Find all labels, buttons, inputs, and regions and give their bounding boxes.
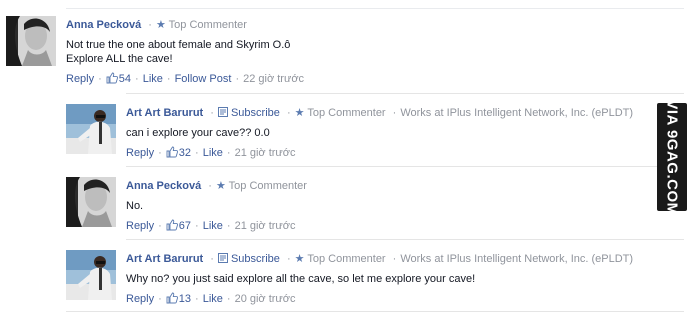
comment-text: No.: [126, 200, 144, 212]
comment-body: Anna Pecková · ★ Top Commenter Not true t…: [66, 19, 305, 85]
avatar[interactable]: [6, 16, 56, 66]
divider: [126, 239, 684, 240]
like-count[interactable]: 13: [179, 293, 191, 305]
star-icon: ★: [294, 253, 305, 265]
star-icon: ★: [294, 107, 305, 119]
divider: [126, 166, 684, 167]
comment-body: Anna Pecková · ★ Top Commenter No. Reply ·…: [126, 180, 307, 232]
avatar-photo-icon: [6, 16, 56, 66]
top-commenter-badge: Top Commenter: [228, 180, 307, 192]
reply-link[interactable]: Reply: [126, 147, 154, 159]
reply-link[interactable]: Reply: [126, 220, 154, 232]
reply-link[interactable]: Reply: [126, 293, 154, 305]
divider: [126, 93, 684, 94]
thumbs-up-icon: [106, 72, 118, 84]
thumbs-up-icon: [166, 292, 178, 304]
like-count[interactable]: 32: [179, 147, 191, 159]
works-at-text: Works at IPlus Intelligent Network, Inc.…: [400, 253, 634, 265]
subscribe-link[interactable]: Subscribe: [231, 253, 280, 265]
avatar-photo-icon: [66, 104, 116, 154]
like-count[interactable]: 67: [179, 220, 191, 232]
reply-link[interactable]: Reply: [66, 73, 94, 85]
comment-body: Art Art Barurut · Subscribe · ★ Top Commen…: [126, 107, 634, 159]
avatar[interactable]: [66, 104, 116, 154]
subscribe-icon: [217, 253, 228, 263]
comment-body: Art Art Barurut · Subscribe · ★ Top Commen…: [126, 253, 634, 305]
like-link[interactable]: Like: [203, 147, 223, 159]
subscribe-link[interactable]: Subscribe: [231, 107, 280, 119]
top-commenter-badge: Top Commenter: [168, 19, 247, 31]
separator: ·: [148, 19, 152, 31]
comment-text: Not true the one about female and Skyrim…: [66, 39, 291, 65]
timestamp[interactable]: 22 giờ trước: [243, 73, 304, 85]
commenter-name[interactable]: Anna Pecková: [126, 180, 201, 192]
thumbs-up-icon: [166, 146, 178, 158]
9gag-watermark: VIA 9GAG.COM: [657, 99, 687, 215]
top-commenter-badge: Top Commenter: [307, 107, 386, 119]
top-commenter-badge: Top Commenter: [307, 253, 386, 265]
like-link[interactable]: Like: [143, 73, 163, 85]
like-link[interactable]: Like: [203, 293, 223, 305]
works-at-text: Works at IPlus Intelligent Network, Inc.…: [400, 107, 634, 119]
avatar-photo-icon: [66, 177, 116, 227]
avatar[interactable]: [66, 177, 116, 227]
top-divider: [66, 8, 684, 9]
divider: [66, 311, 684, 312]
like-link[interactable]: Like: [203, 220, 223, 232]
follow-post-link[interactable]: Follow Post: [175, 73, 232, 85]
subscribe-icon: [217, 107, 228, 117]
timestamp[interactable]: 21 giờ trước: [235, 220, 296, 232]
thumbs-up-icon: [166, 219, 178, 231]
commenter-name[interactable]: Anna Pecková: [66, 19, 141, 31]
commenter-name[interactable]: Art Art Barurut: [126, 107, 203, 119]
watermark-text: VIA 9GAG.COM: [663, 98, 681, 216]
star-icon: ★: [155, 19, 166, 31]
like-count[interactable]: 54: [119, 73, 131, 85]
timestamp[interactable]: 20 giờ trước: [235, 293, 296, 305]
comment-text: Why no? you just said explore all the ca…: [126, 273, 476, 285]
comment-text: can i explore your cave?? 0.0: [126, 127, 270, 139]
star-icon: ★: [215, 180, 226, 192]
timestamp[interactable]: 21 giờ trước: [235, 147, 296, 159]
avatar-photo-icon: [66, 250, 116, 300]
commenter-name[interactable]: Art Art Barurut: [126, 253, 203, 265]
avatar[interactable]: [66, 250, 116, 300]
